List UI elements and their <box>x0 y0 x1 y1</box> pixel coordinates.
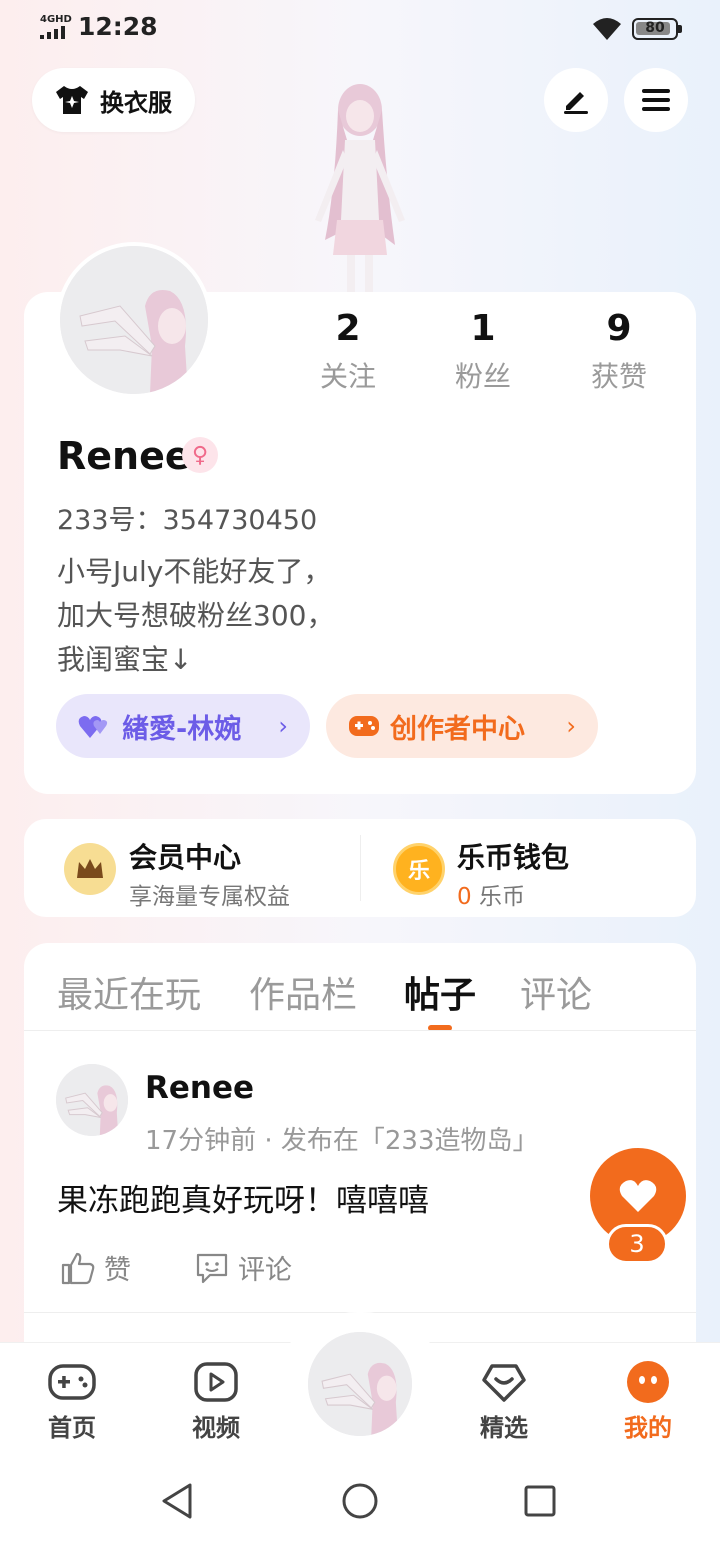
coin-icon: 乐 <box>393 843 445 895</box>
tab-works[interactable]: 作品栏 <box>249 966 357 1018</box>
wallet-amount: 0 <box>457 884 472 910</box>
menu-button[interactable] <box>624 68 688 132</box>
divider <box>24 1030 696 1031</box>
nav-home[interactable]: 首页 <box>27 1360 117 1443</box>
member-center-title[interactable]: 会员中心 <box>129 836 241 876</box>
nav-home-label: 首页 <box>48 1414 96 1442</box>
wifi-icon <box>593 18 621 40</box>
post-avatar[interactable] <box>56 1064 128 1136</box>
creator-center-button[interactable]: 创作者中心 › <box>326 694 598 758</box>
face-icon <box>627 1361 669 1403</box>
nav-featured[interactable]: 精选 <box>459 1360 549 1443</box>
likes-label: 获赞 <box>590 360 647 393</box>
love-partner-button[interactable]: 緖愛-林婉 › <box>56 694 310 758</box>
network-type: 4GHD <box>40 14 72 25</box>
following-label: 关注 <box>319 360 376 393</box>
nav-mine-label: 我的 <box>624 1414 672 1442</box>
stat-likes[interactable]: 9 获赞 <box>559 308 679 395</box>
tab-posts[interactable]: 帖子 <box>404 966 476 1018</box>
change-outfit-button[interactable]: 换衣服 <box>32 68 195 132</box>
shirt-icon <box>56 86 88 114</box>
avatar-image <box>60 246 208 394</box>
member-center-subtitle: 享海量专属权益 <box>129 884 290 910</box>
thumbs-up-icon <box>61 1252 95 1284</box>
avatar-image <box>308 1332 412 1436</box>
wallet-balance: 0 乐币 <box>457 877 525 911</box>
likes-count: 9 <box>606 308 632 349</box>
battery-icon: 80 <box>632 18 678 40</box>
bio: 小号July不能好友了， 加大号想破粉丝300， 我闺蜜宝↓ <box>57 555 335 676</box>
username: Renee <box>57 434 191 478</box>
home-icon[interactable] <box>341 1482 379 1520</box>
comment-icon <box>196 1253 228 1283</box>
comment-button[interactable]: 评论 <box>194 1248 292 1287</box>
post-text[interactable]: 果冻跑跑真好玩呀！嘻嘻嘻 <box>57 1175 429 1220</box>
tab-comments[interactable]: 评论 <box>520 966 592 1018</box>
menu-icon <box>642 89 670 111</box>
edit-button[interactable] <box>544 68 608 132</box>
fans-label: 粉丝 <box>454 360 511 393</box>
following-count: 2 <box>335 308 361 349</box>
nav-avatar-button[interactable] <box>304 1328 416 1440</box>
avatar[interactable] <box>56 242 212 398</box>
recents-icon[interactable] <box>523 1484 557 1518</box>
avatar-image <box>56 1064 128 1136</box>
chevron-right-icon: › <box>566 712 576 740</box>
post-username[interactable]: Renee <box>145 1070 254 1106</box>
creator-center-label: 创作者中心 <box>390 713 525 745</box>
nav-mine[interactable]: 我的 <box>603 1360 693 1443</box>
battery-level: 80 <box>645 20 665 36</box>
clock: 12:28 <box>78 12 158 41</box>
gamepad-icon <box>48 1364 96 1400</box>
fans-count: 1 <box>470 308 496 349</box>
tab-recently-played[interactable]: 最近在玩 <box>57 966 201 1018</box>
pen-icon <box>564 92 588 114</box>
stat-fans[interactable]: 1 粉丝 <box>423 308 543 395</box>
hearts-icon <box>78 716 108 738</box>
like-button[interactable]: 赞 <box>60 1248 131 1287</box>
female-icon: ♀ <box>182 437 218 473</box>
heart-badge-icon <box>482 1364 526 1402</box>
wallet-unit: 乐币 <box>478 884 525 910</box>
back-icon[interactable] <box>160 1482 196 1520</box>
wallet-title[interactable]: 乐币钱包 <box>457 836 569 876</box>
comment-label: 评论 <box>238 1255 292 1286</box>
nav-video[interactable]: 视频 <box>171 1360 261 1443</box>
battery-cap <box>678 25 682 33</box>
post-meta: 17分钟前 · 发布在「233造物岛」 <box>145 1126 539 1156</box>
love-partner-label: 緖愛-林婉 <box>122 713 242 745</box>
heart-count: 3 <box>606 1224 668 1264</box>
like-label: 赞 <box>104 1255 131 1286</box>
crown-icon <box>64 843 116 895</box>
heart-icon <box>619 1180 657 1212</box>
nav-featured-label: 精选 <box>480 1414 528 1442</box>
avatar-figure[interactable] <box>295 80 425 295</box>
change-outfit-label: 换衣服 <box>100 88 172 117</box>
signal-icon <box>40 26 65 39</box>
divider <box>360 835 361 901</box>
gamepad-icon <box>349 716 379 736</box>
nav-video-label: 视频 <box>192 1414 240 1442</box>
stat-following[interactable]: 2 关注 <box>288 308 408 395</box>
user-id[interactable]: 233号：354730450 <box>57 498 317 537</box>
chevron-right-icon: › <box>278 712 288 740</box>
play-icon <box>194 1362 238 1402</box>
